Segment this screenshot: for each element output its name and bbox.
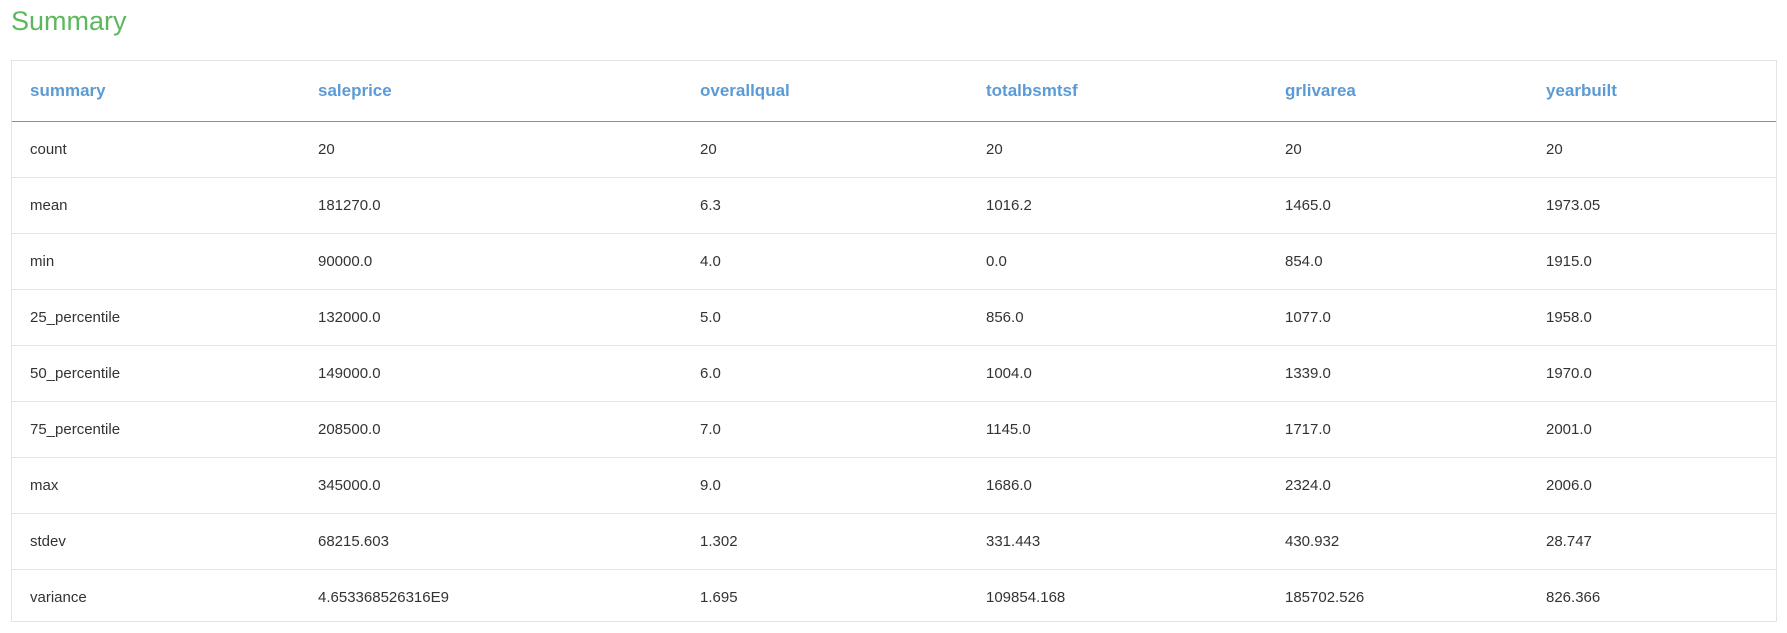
table-cell: 331.443 [968,513,1267,570]
table-cell: 5.0 [682,289,968,346]
row-label-cell: min [12,233,300,290]
table-cell: 149000.0 [300,345,682,402]
summary-table: summary saleprice overallqual totalbsmts… [12,61,1776,625]
table-row: mean 181270.0 6.3 1016.2 1465.0 1973.05 [12,177,1776,234]
table-cell: 185702.526 [1285,589,1365,606]
row-label-cell: variance [30,589,87,606]
table-cell: 2006.0 [1528,457,1776,514]
table-cell: 1970.0 [1528,345,1776,402]
table-cell: 4.0 [682,233,968,290]
table-cell: 208500.0 [300,401,682,458]
column-header-grlivarea[interactable]: grlivarea [1267,61,1528,122]
table-cell: 1973.05 [1528,177,1776,234]
table-row: 25_percentile 132000.0 5.0 856.0 1077.0 1958.… [12,289,1776,346]
table-row: 75_percentile 208500.0 7.0 1145.0 1717.0 2001… [12,401,1776,458]
row-label-cell: count [12,121,300,178]
column-header-saleprice[interactable]: saleprice [300,61,682,122]
table-row: max 345000.0 9.0 1686.0 2324.0 2006.0 [12,457,1776,514]
table-cell: 7.0 [682,401,968,458]
table-cell: 1686.0 [968,457,1267,514]
row-label-cell: max [12,457,300,514]
table-cell: 20 [1267,121,1528,178]
table-cell: 1717.0 [1267,401,1528,458]
table-cell: 1915.0 [1528,233,1776,290]
table-cell: 345000.0 [300,457,682,514]
table-cell: 0.0 [968,233,1267,290]
row-label-cell: mean [12,177,300,234]
row-label-cell: stdev [12,513,300,570]
table-cell: 854.0 [1267,233,1528,290]
table-cell: 1004.0 [968,345,1267,402]
table-cell: 28.747 [1528,513,1776,570]
table-cell: 856.0 [968,289,1267,346]
table-cell: 1.695 [700,589,738,606]
table-cell: 20 [968,121,1267,178]
table-row: count 20 20 20 20 20 [12,121,1776,178]
table-cell: 181270.0 [300,177,682,234]
table-cell: 1016.2 [968,177,1267,234]
table-cell: 132000.0 [300,289,682,346]
table-cell: 6.0 [682,345,968,402]
table-cell: 20 [682,121,968,178]
table-cell: 6.3 [682,177,968,234]
column-header-yearbuilt[interactable]: yearbuilt [1528,61,1776,122]
column-header-summary[interactable]: summary [12,61,300,122]
table-cell: 2001.0 [1528,401,1776,458]
table-cell: 2324.0 [1267,457,1528,514]
table-cell: 430.932 [1267,513,1528,570]
table-cell: 109854.168 [986,589,1066,606]
table-row: min 90000.0 4.0 0.0 854.0 1915.0 [12,233,1776,290]
table-cell: 9.0 [682,457,968,514]
row-label-cell: 75_percentile [12,401,300,458]
row-label-cell: 25_percentile [12,289,300,346]
table-cell: 68215.603 [300,513,682,570]
table-cell: 90000.0 [300,233,682,290]
table-cell: 1145.0 [968,401,1267,458]
table-header-row: summary saleprice overallqual totalbsmts… [12,61,1776,122]
table-row: 50_percentile 149000.0 6.0 1004.0 1339.0 1970… [12,345,1776,402]
table-cell: 826.366 [1546,589,1601,606]
table-row: stdev 68215.603 1.302 331.443 430.932 28.747 [12,513,1776,570]
column-header-overallqual[interactable]: overallqual [682,61,968,122]
table-cell: 4.653368526316E9 [318,589,449,606]
table-cell: 20 [300,121,682,178]
table-cell: 20 [1528,121,1776,178]
table-cell: 1339.0 [1267,345,1528,402]
summary-table-container: summary saleprice overallqual totalbsmts… [11,60,1777,622]
page-title: Summary [11,6,127,36]
row-label-cell: 50_percentile [12,345,300,402]
column-header-totalbsmtsf[interactable]: totalbsmtsf [968,61,1267,122]
table-row: variance 4.653368526316E9 1.695 109854.168 1… [12,570,1776,626]
table-cell: 1077.0 [1267,289,1528,346]
table-cell: 1.302 [682,513,968,570]
table-cell: 1958.0 [1528,289,1776,346]
table-cell: 1465.0 [1267,177,1528,234]
